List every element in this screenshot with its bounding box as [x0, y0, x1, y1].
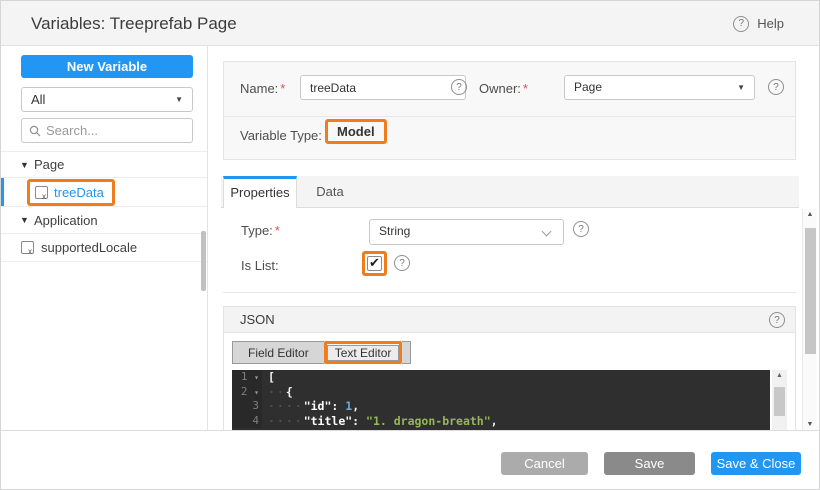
required-asterisk: *	[523, 81, 528, 96]
chevron-down-icon: ▼	[175, 88, 183, 111]
name-field[interactable]	[300, 75, 466, 100]
code-line: 2 ▾··{	[232, 385, 770, 400]
editor-scrollbar-thumb[interactable]	[774, 387, 785, 416]
type-select[interactable]: String	[369, 219, 564, 245]
name-label: Name:*	[240, 81, 285, 96]
annotation-highlight: ✔	[362, 251, 387, 276]
editor-scrollbar[interactable]: ▲	[772, 370, 787, 430]
owner-label: Owner:*	[479, 81, 528, 96]
annotation-highlight: x treeData	[27, 179, 115, 206]
json-panel: JSON ? Field Editor Text Editor 1 ▾[2 ▾·…	[223, 306, 796, 430]
tab-data[interactable]: Data	[297, 176, 363, 208]
search-input[interactable]	[46, 120, 190, 141]
tree-group-label: Page	[34, 157, 64, 172]
save-and-close-button[interactable]: Save & Close	[711, 452, 801, 475]
type-label: Type:*	[241, 223, 280, 238]
json-help-icon[interactable]: ?	[769, 312, 785, 328]
tree-item-treedata[interactable]: x treeData	[1, 178, 207, 207]
variable-type-label: Variable Type:	[240, 128, 322, 143]
chevron-down-icon: ▼	[737, 76, 745, 99]
code-line: 3····"id": 1,	[232, 399, 770, 414]
help-icon: ?	[733, 16, 749, 32]
tree-item-supportedlocale[interactable]: x supportedLocale	[1, 234, 207, 262]
variable-icon: x	[21, 241, 34, 254]
required-asterisk: *	[280, 81, 285, 96]
name-help-icon[interactable]: ?	[451, 79, 467, 95]
scroll-down-icon[interactable]: ▼	[803, 421, 817, 428]
caret-down-icon: ▼	[20, 215, 34, 225]
is-list-label: Is List:	[241, 258, 279, 273]
variable-type-value: Model	[337, 124, 375, 139]
selected-indicator	[1, 178, 4, 206]
fold-arrow-icon: ▾	[254, 373, 259, 382]
toggle-end-cap	[402, 341, 411, 364]
annotation-highlight: Model	[325, 119, 387, 144]
variable-filter-select[interactable]: All ▼	[21, 87, 193, 112]
cancel-button[interactable]: Cancel	[501, 452, 588, 475]
tab-properties[interactable]: Properties	[223, 176, 297, 209]
editor-mode-toggle: Field Editor Text Editor	[232, 341, 411, 364]
chevron-down-icon	[542, 227, 552, 237]
search-box	[21, 118, 193, 143]
search-icon	[29, 125, 41, 137]
scroll-up-icon[interactable]: ▲	[803, 211, 817, 218]
json-panel-header: JSON ?	[224, 307, 795, 333]
line-number: 4	[232, 414, 262, 429]
tree-group-label: Application	[34, 213, 98, 228]
save-button[interactable]: Save	[604, 452, 695, 475]
dialog-footer: Cancel Save Save & Close	[1, 430, 820, 490]
caret-down-icon: ▼	[20, 160, 34, 170]
help-button[interactable]: ? Help	[733, 1, 784, 46]
json-panel-title: JSON	[240, 307, 275, 333]
variable-icon: x	[35, 186, 48, 199]
dialog-header: Variables: Treeprefab Page ? Help	[1, 1, 820, 46]
required-asterisk: *	[275, 223, 280, 238]
tab-bar: Properties Data	[221, 176, 799, 208]
is-list-checkbox[interactable]: ✔	[367, 256, 382, 271]
page-title: Variables: Treeprefab Page	[31, 1, 237, 46]
type-value: String	[379, 220, 410, 243]
properties-tab-content: Type:* String ? Is List: ✔ ? JSON ? Fiel…	[221, 208, 799, 430]
filter-value: All	[31, 92, 45, 107]
field-editor-button[interactable]: Field Editor	[232, 341, 324, 364]
owner-help-icon[interactable]: ?	[768, 79, 784, 95]
content-scrollbar-thumb[interactable]	[805, 228, 816, 354]
help-label: Help	[757, 16, 784, 31]
sidebar-scrollbar-thumb[interactable]	[201, 231, 206, 291]
code-line: 4····"title": "1. dragon-breath",	[232, 414, 770, 429]
divider	[223, 292, 796, 293]
variables-dialog: Variables: Treeprefab Page ? Help New Va…	[0, 0, 820, 490]
new-variable-button[interactable]: New Variable	[21, 55, 193, 78]
variables-tree: ▼ Page x treeData ▼ Application x suppor…	[1, 151, 207, 262]
owner-value: Page	[574, 76, 602, 99]
text-editor-button[interactable]: Text Editor	[327, 345, 400, 361]
line-number: 3	[232, 399, 262, 414]
type-help-icon[interactable]: ?	[573, 221, 589, 237]
tree-group-page[interactable]: ▼ Page	[1, 151, 207, 178]
code-line: 1 ▾[	[232, 370, 770, 385]
variable-summary-panel: Name:* ? Owner:* Page ▼ ? Variable Type:…	[223, 61, 796, 160]
content-scrollbar[interactable]: ▲ ▼	[802, 209, 817, 430]
fold-arrow-icon: ▾	[254, 388, 259, 397]
annotation-highlight: Text Editor	[324, 341, 403, 364]
tree-group-application[interactable]: ▼ Application	[1, 207, 207, 234]
checkmark-icon: ✔	[369, 255, 380, 271]
line-number[interactable]: 2 ▾	[232, 385, 262, 400]
scroll-up-icon[interactable]: ▲	[772, 372, 787, 379]
json-code-editor[interactable]: 1 ▾[2 ▾··{3····"id": 1,4····"title": "1.…	[232, 370, 770, 430]
owner-select[interactable]: Page ▼	[564, 75, 755, 100]
variables-sidebar: New Variable All ▼ ▼ Page x treeData	[1, 46, 208, 430]
is-list-help-icon[interactable]: ?	[394, 255, 410, 271]
tree-item-label: supportedLocale	[41, 240, 137, 255]
line-number[interactable]: 1 ▾	[232, 370, 262, 385]
divider	[224, 116, 795, 117]
tree-item-label: treeData	[54, 185, 104, 200]
